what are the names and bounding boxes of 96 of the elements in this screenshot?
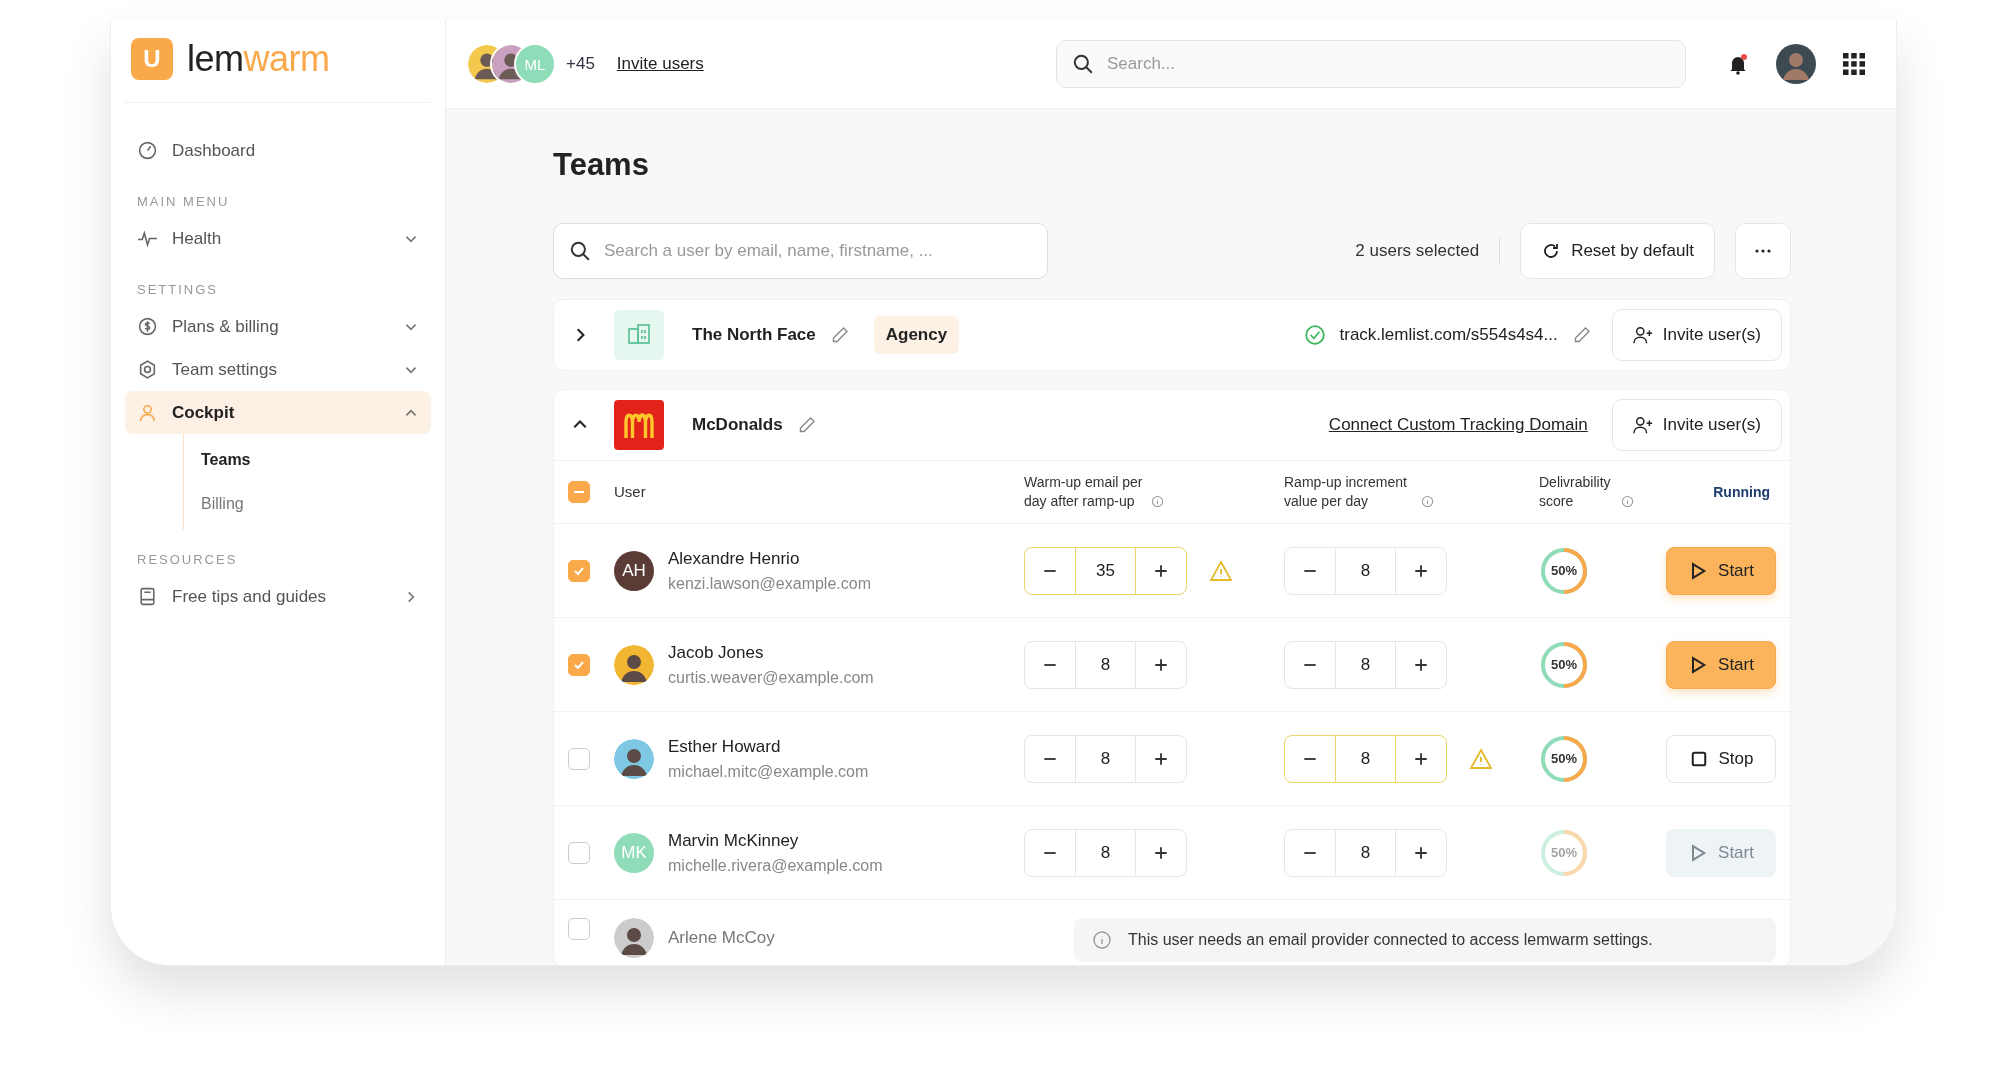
info-icon xyxy=(1151,494,1164,508)
user-email: kenzi.lawson@example.com xyxy=(668,574,871,593)
column-header: Ramp-up increment value per day xyxy=(1284,473,1408,511)
logo-text: lemwarm xyxy=(187,38,330,80)
member-avatar: ML xyxy=(514,43,556,85)
user-avatar: AH xyxy=(614,550,654,591)
selection-count: 2 users selected xyxy=(1355,241,1480,261)
number-stepper[interactable]: 8 xyxy=(1024,828,1187,877)
subnav-item[interactable]: Billing xyxy=(184,482,431,526)
stepper-value: 35 xyxy=(1075,547,1136,594)
info-icon xyxy=(1421,494,1434,508)
row-checkbox[interactable] xyxy=(568,841,590,864)
search-icon xyxy=(1072,53,1094,75)
tracking-domain: track.lemlist.com/s554s4s4... xyxy=(1339,325,1558,345)
number-stepper[interactable]: 8 xyxy=(1024,734,1187,783)
nav-item[interactable]: Dashboard xyxy=(125,129,431,172)
user-name: Esther Howard xyxy=(668,736,782,757)
team-tag: Agency xyxy=(873,316,960,354)
stepper-value: 8 xyxy=(1335,641,1396,688)
column-header: Delivrability score xyxy=(1539,473,1612,511)
stepper-value: 8 xyxy=(1075,641,1136,688)
gauge-icon xyxy=(137,140,158,161)
more-button[interactable] xyxy=(1735,223,1791,279)
person-icon xyxy=(137,402,158,423)
page-title: Teams xyxy=(553,147,650,183)
book-icon xyxy=(137,586,158,607)
building-icon xyxy=(614,310,664,360)
warning-icon xyxy=(1469,747,1493,770)
number-stepper[interactable]: 8 xyxy=(1284,734,1447,783)
more-icon xyxy=(1753,248,1773,254)
team-name: McDonalds xyxy=(692,415,783,435)
notice-text: This user needs an email provider connected to access lemwarm settings. xyxy=(1128,931,1653,949)
user-name: Arlene McCoy xyxy=(668,928,775,948)
info-icon xyxy=(1092,930,1112,950)
add-user-icon xyxy=(1632,325,1653,345)
run-button[interactable]: Start xyxy=(1666,640,1776,689)
connect-domain-link[interactable]: Connect Custom Tracking Domain xyxy=(1328,415,1588,435)
user-avatar: MK xyxy=(614,832,654,873)
score-donut: 50% xyxy=(1539,545,1589,596)
user-name: Marvin McKinney xyxy=(668,830,800,851)
stepper-value: 8 xyxy=(1335,735,1396,782)
restaurant-logo-icon xyxy=(614,400,664,450)
nav-item[interactable]: Cockpit xyxy=(125,391,431,434)
search-field[interactable]: Search... xyxy=(1056,40,1686,88)
stepper-value: 8 xyxy=(1335,547,1396,594)
row-checkbox[interactable] xyxy=(568,747,590,770)
add-user-icon xyxy=(1632,415,1653,435)
user-search-field[interactable]: Search a user by email, name, firstname, ... xyxy=(553,223,1048,279)
row-checkbox[interactable] xyxy=(568,918,590,940)
invite-users-link[interactable]: Invite users xyxy=(616,54,704,74)
number-stepper[interactable]: 8 xyxy=(1284,828,1447,877)
team-name: The North Face xyxy=(692,325,816,345)
row-checkbox[interactable] xyxy=(568,653,590,676)
number-stepper[interactable]: 8 xyxy=(1284,640,1447,689)
dollar-icon xyxy=(137,316,158,337)
nav-item[interactable]: Health xyxy=(125,217,431,260)
column-header: User xyxy=(614,481,646,502)
score-donut: 50% xyxy=(1539,639,1589,690)
column-header: Warm-up email per day after ramp-up xyxy=(1024,473,1144,511)
run-button[interactable]: Stop xyxy=(1666,734,1776,783)
info-icon xyxy=(1621,494,1634,508)
invite-button[interactable]: Invite user(s) xyxy=(1611,399,1782,451)
stepper-value: 8 xyxy=(1075,735,1136,782)
user-email: michael.mitc@example.com xyxy=(668,762,869,781)
subnav-item[interactable]: Teams xyxy=(184,438,431,482)
nav-item[interactable]: Team settings xyxy=(125,348,431,391)
number-stepper[interactable]: 8 xyxy=(1284,546,1447,595)
nav-item[interactable]: Free tips and guides xyxy=(125,575,431,618)
user-email: curtis.weaver@example.com xyxy=(668,668,874,687)
section-label: SETTINGS xyxy=(136,281,219,299)
row-checkbox[interactable] xyxy=(568,559,590,582)
nav-item[interactable]: Plans & billing xyxy=(125,305,431,348)
member-count: +45 xyxy=(566,54,595,74)
settings-icon xyxy=(137,359,158,380)
user-name: Jacob Jones xyxy=(668,642,765,663)
section-label: RESOURCES xyxy=(136,551,239,569)
warning-icon xyxy=(1209,559,1233,582)
invite-button[interactable]: Invite user(s) xyxy=(1611,309,1782,361)
column-header: Running xyxy=(1713,482,1770,502)
run-button[interactable]: Start xyxy=(1666,546,1776,595)
score-donut: 50% xyxy=(1539,733,1589,784)
section-label: MAIN MENU xyxy=(136,193,231,211)
select-all-checkbox[interactable] xyxy=(568,481,590,503)
stepper-value: 8 xyxy=(1335,829,1396,876)
user-name: Alexandre Henrio xyxy=(668,548,801,569)
user-avatar[interactable] xyxy=(1776,44,1816,84)
user-email: michelle.rivera@example.com xyxy=(668,856,883,875)
number-stepper[interactable]: 8 xyxy=(1024,640,1187,689)
pulse-icon xyxy=(137,228,158,249)
search-icon xyxy=(569,240,591,262)
number-stepper[interactable]: 35 xyxy=(1024,546,1187,595)
apps-grid-icon[interactable] xyxy=(1842,52,1866,76)
stepper-value: 8 xyxy=(1075,829,1136,876)
logo-icon: U xyxy=(131,38,173,80)
reset-button[interactable]: Reset by default xyxy=(1520,223,1715,279)
score-donut: 50% xyxy=(1539,827,1589,878)
